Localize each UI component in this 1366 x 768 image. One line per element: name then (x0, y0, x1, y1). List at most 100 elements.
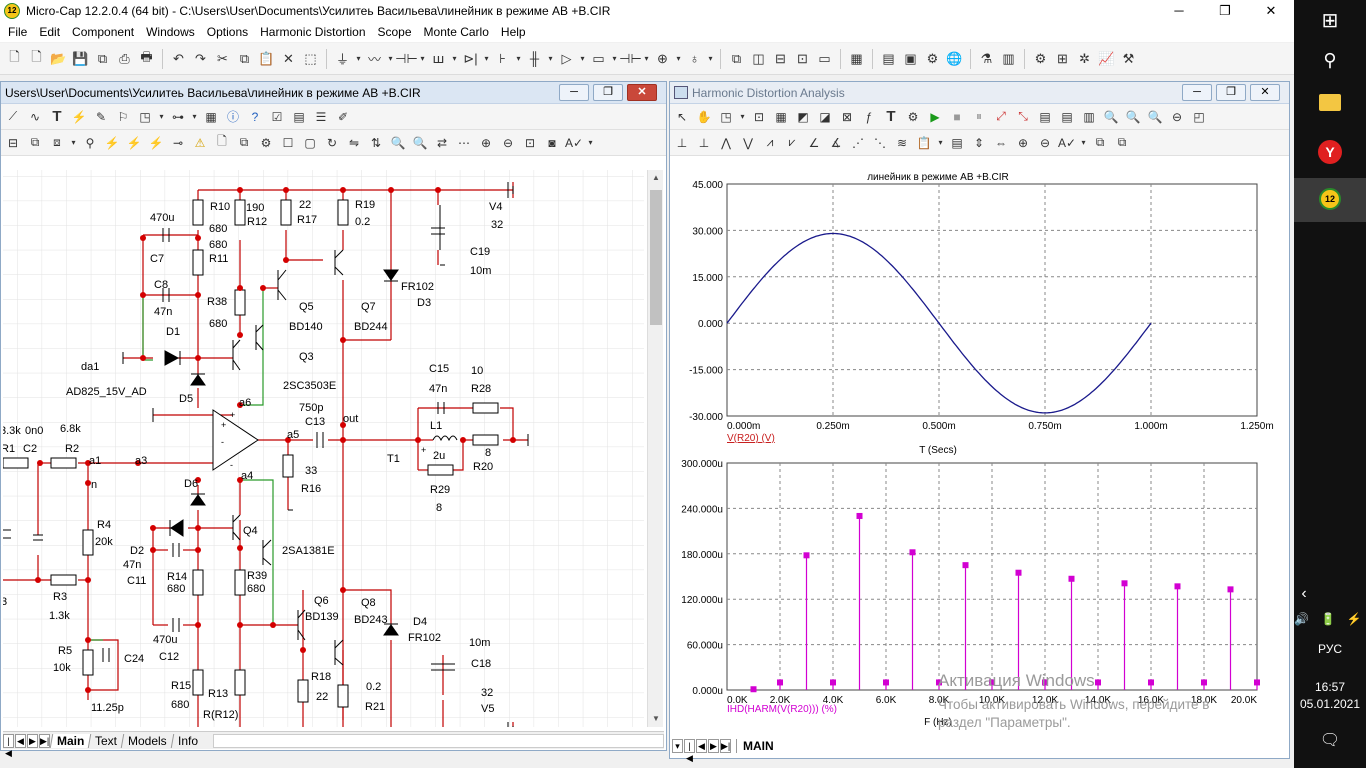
graph-icon[interactable]: ▦ (771, 107, 791, 127)
capacitor-icon[interactable]: ⊣⊢ (395, 48, 418, 69)
frame-icon[interactable]: ▢ (300, 133, 320, 153)
flag-icon[interactable]: ⚐ (113, 107, 133, 127)
tool7-icon[interactable]: ≋ (892, 133, 912, 153)
tab-text[interactable]: Text (88, 733, 124, 748)
undo-icon[interactable]: ↶ (168, 48, 189, 69)
system-tray-icons[interactable]: 🔊 🔋 ⚡ (1294, 612, 1366, 626)
component-editor-icon[interactable]: ▤ (878, 48, 899, 69)
graph3-icon[interactable]: ◪ (815, 107, 835, 127)
save-icon[interactable]: 💾 (70, 48, 91, 69)
model-icon[interactable]: ⚗ (976, 48, 997, 69)
last-page-icon[interactable]: ▶| (39, 733, 50, 748)
flip-icon[interactable]: ⇅ (366, 133, 386, 153)
checkbox-icon[interactable]: ☑ (267, 107, 287, 127)
hda-close-button[interactable]: ✕ (1250, 84, 1280, 101)
rotate-icon[interactable]: ↻ (322, 133, 342, 153)
menu-harmonic-distortion[interactable]: Harmonic Distortion (256, 25, 373, 39)
stop-icon[interactable]: ■ (947, 107, 967, 127)
scroll-thumb[interactable] (650, 190, 662, 325)
select-icon[interactable]: ⬚ (300, 48, 321, 69)
first-page-icon[interactable]: |◀ (3, 733, 14, 758)
hda-plot-area[interactable]: линейник в режиме АВ +B.CIR 45.000 30.000… (672, 166, 1285, 732)
hda-text-icon[interactable]: T (881, 107, 901, 127)
scroll-down-icon[interactable]: ▼ (648, 711, 664, 727)
tab-models[interactable]: Models (121, 733, 174, 748)
schematic-minimize-button[interactable]: ─ (559, 84, 589, 101)
scroll-up-icon[interactable]: ▲ (648, 170, 664, 186)
copy4-icon[interactable]: ⧉ (1112, 133, 1132, 153)
tools-icon[interactable]: ✲ (1074, 48, 1095, 69)
menu-windows[interactable]: Windows (142, 25, 203, 39)
fit-icon[interactable]: ⇕ (969, 133, 989, 153)
menu-scope[interactable]: Scope (374, 25, 420, 39)
inductor-icon[interactable]: ꟺ (428, 48, 449, 69)
help-icon[interactable]: ? (245, 107, 265, 127)
page1-icon[interactable]: ▤ (1035, 107, 1055, 127)
menu-help[interactable]: Help (497, 25, 534, 39)
package-icon[interactable]: ⚙ (922, 48, 943, 69)
redo-icon[interactable]: ↷ (190, 48, 211, 69)
properties-icon[interactable]: ⚙ (903, 107, 923, 127)
window-icon[interactable]: ⊡ (792, 48, 813, 69)
print-preview-icon[interactable]: ⎙ (114, 48, 135, 69)
opamp-icon[interactable]: ▷ (556, 48, 577, 69)
open-icon[interactable]: 📂 (48, 48, 69, 69)
microcap-taskbar-icon[interactable]: 12 (1294, 178, 1366, 222)
paste-icon[interactable]: 📋 (256, 48, 277, 69)
tag-icon[interactable]: ◰ (1189, 107, 1209, 127)
page2-icon[interactable]: ▤ (1057, 107, 1077, 127)
list2-icon[interactable]: ☰ (311, 107, 331, 127)
cascade-icon[interactable]: ⧉ (726, 48, 747, 69)
pause-icon[interactable]: ⏸ (969, 107, 989, 127)
globe-icon[interactable]: 🌐 (944, 48, 965, 69)
shape-editor-icon[interactable]: ▣ (900, 48, 921, 69)
save-all-icon[interactable]: ⧉ (92, 48, 113, 69)
info-icon[interactable]: ⓘ (223, 107, 243, 127)
high-icon[interactable]: ⩘ (760, 133, 780, 153)
tool-c-icon[interactable]: ⚙ (256, 133, 276, 153)
hda-next-icon[interactable]: ▶ (708, 739, 719, 753)
source-icon[interactable]: ⊕ (652, 48, 673, 69)
power-icon[interactable]: ⚡ (146, 133, 166, 153)
hda-first-icon[interactable]: |◀ (684, 739, 695, 763)
options-icon[interactable]: ⚙ (1030, 48, 1051, 69)
pointer-icon[interactable]: ↖ (672, 107, 692, 127)
hda-spell-icon[interactable]: A✓ (1057, 133, 1077, 153)
menu-component[interactable]: Component (68, 25, 142, 39)
next-page-icon[interactable]: ▶ (27, 733, 38, 748)
delete-icon[interactable]: ✕ (278, 48, 299, 69)
copy-icon[interactable]: ⧉ (234, 48, 255, 69)
filter-icon[interactable]: ⊞ (1052, 48, 1073, 69)
diode-icon[interactable]: ⊳| (460, 48, 481, 69)
tool5-icon[interactable]: ⋰ (848, 133, 868, 153)
replace-icon[interactable]: ⇄ (432, 133, 452, 153)
peak-icon[interactable]: ⋀ (716, 133, 736, 153)
shapes-icon[interactable]: ◳ (135, 107, 155, 127)
inflect-icon[interactable]: ∠ (804, 133, 824, 153)
plot-icon[interactable]: 📈 (1096, 48, 1117, 69)
view-icon[interactable]: ▤ (289, 107, 309, 127)
probe-icon[interactable]: ♁ (684, 48, 705, 69)
low-icon[interactable]: ⩗ (782, 133, 802, 153)
hda-minimize-button[interactable]: ─ (1182, 84, 1212, 101)
design-icon[interactable]: ⚒ (1118, 48, 1139, 69)
tree-icon[interactable]: ⊶ (168, 107, 188, 127)
tool6-icon[interactable]: ⋱ (870, 133, 890, 153)
transistor-icon[interactable]: ⊦ (492, 48, 513, 69)
find2-icon[interactable]: 🔍 (410, 133, 430, 153)
page3-icon[interactable]: ▥ (1079, 107, 1099, 127)
macro-icon[interactable]: ▭ (588, 48, 609, 69)
cut-icon[interactable]: ✂ (212, 48, 233, 69)
scale-icon[interactable]: ⊡ (749, 107, 769, 127)
close-button[interactable]: ✕ (1248, 0, 1294, 22)
file-explorer-icon[interactable] (1294, 94, 1366, 114)
run-icon[interactable]: ▶ (925, 107, 945, 127)
find-icon[interactable]: 🔍 (388, 133, 408, 153)
scope-icon[interactable]: ◳ (716, 107, 736, 127)
grid-icon[interactable]: ▦ (201, 107, 221, 127)
valley-icon[interactable]: ⋁ (738, 133, 758, 153)
new-icon[interactable]: 🗋 (26, 48, 47, 69)
hda-restore-button[interactable]: ❐ (1216, 84, 1246, 101)
hda-zoom-in-icon[interactable]: ⊕ (1013, 133, 1033, 153)
hda-zoom-out-icon[interactable]: ⊖ (1035, 133, 1055, 153)
